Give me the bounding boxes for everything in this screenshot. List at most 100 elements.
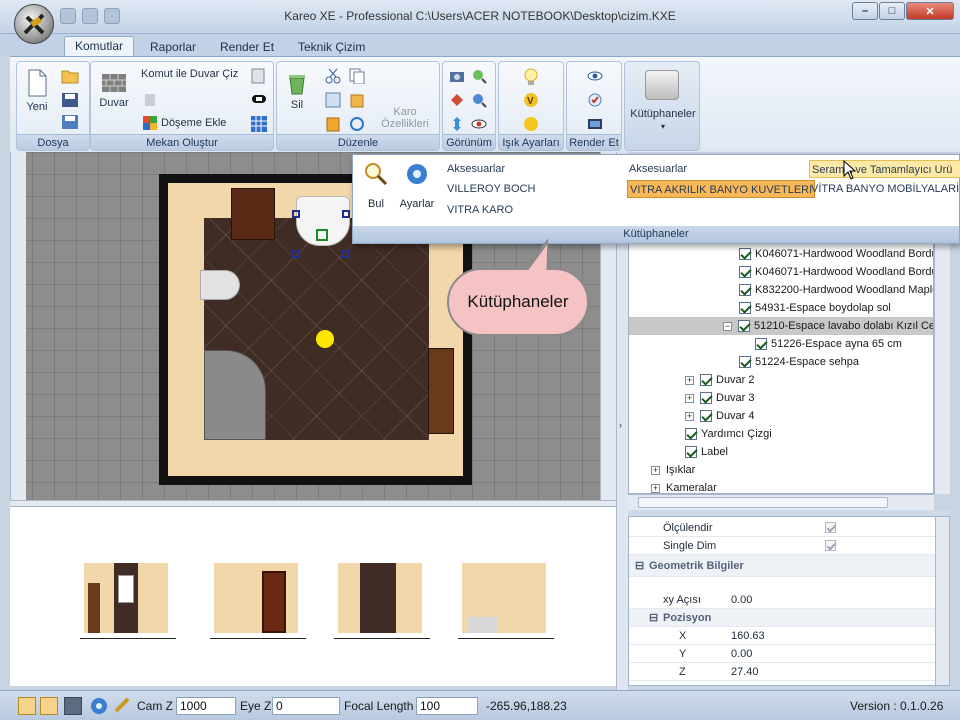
checkbox-icon[interactable] (825, 522, 836, 533)
property-category[interactable]: ⊟ Geometrik Bilgiler (629, 555, 935, 577)
window-shape-icon[interactable] (251, 92, 267, 109)
tree-item[interactable]: + Kameralar (651, 479, 717, 493)
copy-page-icon[interactable] (251, 68, 265, 87)
sun-icon[interactable] (523, 116, 539, 135)
light-object[interactable] (316, 330, 334, 348)
property-row[interactable]: Single Dim (629, 537, 935, 555)
tree-item[interactable]: + Işıklar (651, 461, 695, 479)
selection-center-handle[interactable] (316, 229, 328, 241)
move-arrows-icon[interactable] (449, 116, 465, 135)
rotate-icon[interactable] (349, 116, 365, 135)
collapse-icon[interactable]: ⊟ (635, 555, 644, 577)
focal-length-input[interactable]: 100 (416, 697, 478, 715)
elevation-view-2[interactable] (210, 563, 306, 639)
tree-item[interactable]: 51226-Espace ayna 65 cm (755, 335, 902, 353)
tree-item[interactable]: 51224-Espace sehpa (739, 353, 859, 371)
collapse-icon[interactable]: ⊟ (649, 609, 658, 627)
floor-add-button[interactable]: Döşeme Ekle (143, 116, 226, 130)
property-row[interactable]: xy Açısı 0.00 (629, 591, 935, 609)
tile-properties-button[interactable]: Karo Özellikleri (375, 106, 435, 130)
zoom-in-icon[interactable] (471, 68, 487, 87)
library-item[interactable]: Aksesuarlar (627, 160, 689, 178)
checkbox-icon[interactable] (685, 428, 697, 441)
checkbox-icon[interactable] (739, 248, 751, 261)
shelf-object[interactable] (428, 348, 454, 434)
tree-item[interactable]: 54931-Espace boydolap sol (739, 299, 891, 317)
maximize-button[interactable]: □ (879, 2, 905, 20)
grid-toggle-icon[interactable] (18, 697, 36, 715)
tree-horizontal-scrollbar[interactable] (628, 494, 934, 510)
shower-object[interactable] (204, 350, 266, 440)
elevation-view-4[interactable] (458, 563, 554, 639)
cut-icon[interactable] (325, 68, 341, 87)
close-button[interactable]: ✕ (906, 2, 954, 20)
library-item[interactable]: VİTRA BANYO MOBİLYALARİ (809, 180, 960, 198)
checkbox-icon[interactable] (700, 374, 712, 387)
tree-item[interactable]: Yardımcı Çizgi (685, 425, 772, 443)
checkbox-icon[interactable] (739, 284, 751, 297)
library-item[interactable]: VILLEROY BOCH (445, 180, 537, 198)
toilet-object[interactable] (200, 270, 240, 300)
property-row[interactable]: X 160.63 (629, 627, 935, 645)
paste-icon[interactable] (349, 92, 365, 111)
light-bulb-icon[interactable] (523, 68, 539, 89)
tree-item[interactable]: K046071-Hardwood Woodland Bordu (739, 263, 933, 281)
checkbox-icon[interactable] (700, 392, 712, 405)
cabinet-object[interactable] (231, 188, 275, 240)
selection-handle[interactable] (292, 250, 300, 258)
property-value[interactable]: 0.00 (731, 591, 752, 609)
checkbox-icon[interactable] (738, 320, 750, 333)
camera-icon[interactable] (449, 68, 465, 87)
tree-item[interactable]: K832200-Hardwood Woodland Maple (739, 281, 933, 299)
property-row[interactable]: Z 27.40 (629, 663, 935, 681)
library-item-hover[interactable]: Seramik ve Tamamlayıcı Urü (809, 160, 960, 178)
tree-vertical-scrollbar[interactable] (934, 242, 950, 494)
collapse-icon[interactable]: − (723, 321, 732, 331)
expand-icon[interactable]: + (651, 483, 660, 493)
app-menu-button[interactable] (14, 4, 54, 44)
new-button[interactable]: Yeni (23, 68, 51, 113)
checkbox-icon[interactable] (739, 266, 751, 279)
settings-gear-icon[interactable] (90, 697, 108, 718)
tab-render-et[interactable]: Render Et (210, 38, 284, 56)
properties-scrollbar[interactable] (935, 517, 949, 685)
property-value[interactable]: 0.00 (731, 645, 752, 663)
eye-icon[interactable] (471, 116, 487, 135)
property-category[interactable]: ⊟ Pozisyon (629, 609, 935, 627)
property-row[interactable]: Y 0.00 (629, 645, 935, 663)
tree-item[interactable]: + Duvar 4 (685, 407, 755, 425)
tree-item-selected[interactable]: − 51210-Espace lavabo dolabı Kızıl Ce (629, 317, 933, 335)
eye-z-input[interactable]: 0 (272, 697, 340, 715)
wall-button[interactable]: Duvar (97, 72, 131, 109)
open-folder-icon[interactable] (61, 68, 79, 87)
tab-raporlar[interactable]: Raporlar (140, 38, 206, 56)
expand-icon[interactable]: + (685, 411, 694, 421)
render-settings-icon[interactable] (587, 92, 603, 111)
selection-handle[interactable] (292, 210, 300, 218)
render-eye-icon[interactable] (587, 68, 603, 87)
plan-vertical-scrollbar-left[interactable] (10, 152, 26, 500)
tab-komutlar[interactable]: Komutlar (64, 36, 135, 56)
library-item[interactable]: Aksesuarlar (445, 160, 507, 178)
library-item-selected[interactable]: VITRA AKRILIK BANYO KUVETLERI (627, 180, 816, 198)
expand-icon[interactable]: + (685, 393, 694, 403)
tree-item[interactable]: + Duvar 3 (685, 389, 755, 407)
snap-toggle-icon[interactable] (40, 697, 58, 715)
elevation-view-3[interactable] (334, 563, 430, 639)
elevation-view-1[interactable] (80, 563, 176, 639)
checkbox-icon[interactable] (700, 410, 712, 423)
checkbox-icon[interactable] (755, 338, 767, 351)
wall-command-button[interactable]: Komut ile Duvar Çiz (141, 68, 238, 80)
tree-item[interactable]: K046071-Hardwood Woodland Bordu (739, 245, 933, 263)
settings-button[interactable]: Ayarlar (397, 161, 437, 210)
tree-item[interactable]: + Duvar 2 (685, 371, 755, 389)
checkbox-icon[interactable] (685, 446, 697, 459)
clipboard-icon[interactable] (325, 116, 341, 135)
expand-icon[interactable]: + (651, 465, 660, 475)
selection-handle[interactable] (342, 210, 350, 218)
library-item[interactable]: VITRA KARO (445, 201, 515, 219)
expand-icon[interactable]: + (685, 375, 694, 385)
copy-icon[interactable] (349, 68, 365, 87)
minimize-button[interactable]: – (852, 2, 878, 20)
find-button[interactable]: Bul (361, 161, 391, 210)
